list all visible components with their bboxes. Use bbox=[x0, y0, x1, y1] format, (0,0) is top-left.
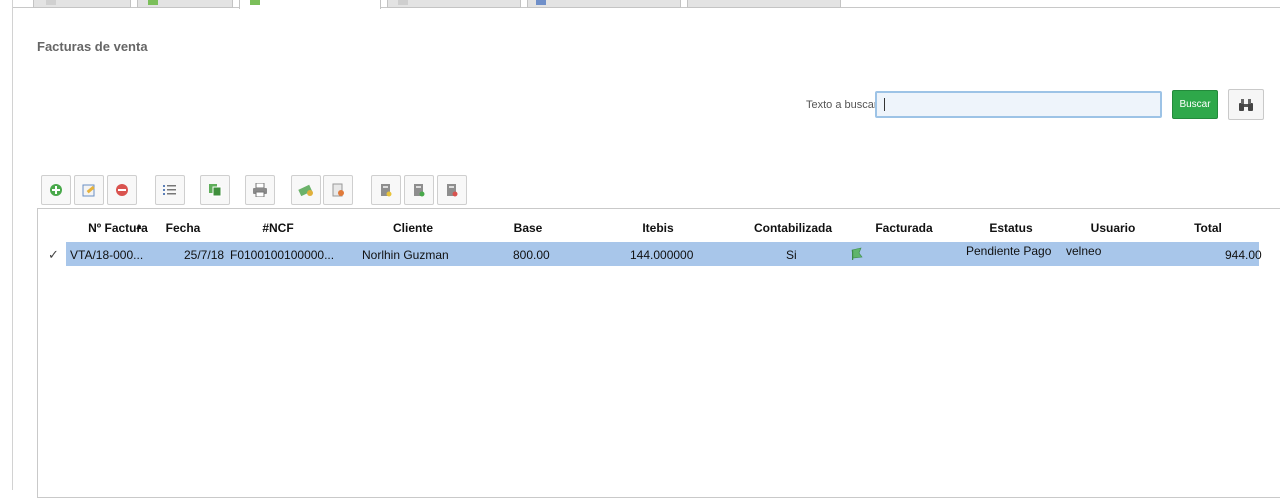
doc-add-button[interactable] bbox=[404, 175, 434, 205]
table-header: Nº Factura ▲ Fecha #NCF Cliente Base Ite… bbox=[38, 209, 1280, 240]
tab-4[interactable] bbox=[387, 0, 521, 8]
row-selected-check-icon: ✓ bbox=[48, 247, 59, 262]
sort-asc-icon: ▲ bbox=[134, 221, 144, 231]
flag-icon bbox=[851, 247, 863, 260]
search-label: Texto a buscar bbox=[806, 99, 878, 111]
col-header-factura[interactable]: Nº Factura bbox=[68, 221, 168, 235]
window-frame: Facturas de venta Texto a buscar Buscar bbox=[12, 0, 1280, 498]
tab-facturas[interactable] bbox=[239, 0, 381, 9]
delete-button[interactable] bbox=[107, 175, 137, 205]
cell-total: 944.00 bbox=[1225, 248, 1262, 262]
cell-cliente: Norlhin Guzman bbox=[362, 248, 449, 262]
col-header-fecha[interactable]: Fecha bbox=[158, 221, 208, 235]
user-doc-icon bbox=[332, 183, 344, 197]
cell-base: 800.00 bbox=[513, 248, 550, 262]
col-header-base[interactable]: Base bbox=[498, 221, 558, 235]
tab-2[interactable] bbox=[137, 0, 233, 8]
money-button[interactable] bbox=[291, 175, 321, 205]
facturas-table: Nº Factura ▲ Fecha #NCF Cliente Base Ite… bbox=[37, 208, 1280, 498]
buscar-button[interactable]: Buscar bbox=[1172, 90, 1218, 119]
copy-button[interactable] bbox=[200, 175, 230, 205]
user-doc-button[interactable] bbox=[323, 175, 353, 205]
cell-estatus: Pendiente Pago bbox=[966, 244, 1052, 258]
col-header-estatus[interactable]: Estatus bbox=[966, 221, 1056, 235]
col-header-ncf[interactable]: #NCF bbox=[238, 221, 318, 235]
cell-usuario: velneo bbox=[1066, 244, 1102, 258]
col-header-facturada[interactable]: Facturada bbox=[864, 221, 944, 235]
cell-contabilizada: Si bbox=[786, 248, 797, 262]
col-header-contabilizada[interactable]: Contabilizada bbox=[738, 221, 848, 235]
cell-factura: VTA/18-000... bbox=[70, 248, 144, 262]
col-header-usuario[interactable]: Usuario bbox=[1078, 221, 1148, 235]
facturas-panel: Facturas de venta Texto a buscar Buscar bbox=[29, 20, 1280, 498]
money-icon bbox=[298, 184, 313, 197]
tab-strip bbox=[13, 0, 1280, 9]
tab-5[interactable] bbox=[527, 0, 681, 8]
binoculars-icon bbox=[1239, 98, 1253, 111]
binoculars-button[interactable] bbox=[1228, 89, 1264, 120]
list-icon bbox=[163, 185, 176, 195]
list-button[interactable] bbox=[155, 175, 185, 205]
copy-icon bbox=[209, 184, 222, 197]
cell-itebis: 144.000000 bbox=[630, 248, 694, 262]
add-icon bbox=[50, 184, 62, 196]
doc-warning-icon bbox=[381, 184, 392, 197]
print-icon bbox=[253, 183, 267, 197]
edit-button[interactable] bbox=[74, 175, 104, 205]
col-header-itebis[interactable]: Itebis bbox=[608, 221, 708, 235]
text-caret bbox=[884, 98, 885, 111]
tab-6[interactable] bbox=[687, 0, 841, 8]
doc-add-icon bbox=[414, 184, 425, 197]
tab-1[interactable] bbox=[33, 0, 131, 8]
search-input[interactable] bbox=[875, 91, 1162, 118]
print-button[interactable] bbox=[245, 175, 275, 205]
col-header-cliente[interactable]: Cliente bbox=[348, 221, 478, 235]
edit-icon bbox=[82, 184, 95, 197]
cell-ncf: F0100100100000... bbox=[230, 248, 335, 262]
doc-warning-button[interactable] bbox=[371, 175, 401, 205]
delete-icon bbox=[116, 184, 128, 196]
cell-facturada bbox=[850, 247, 864, 264]
page-title: Facturas de venta bbox=[37, 39, 148, 54]
doc-remove-button[interactable] bbox=[437, 175, 467, 205]
col-header-total[interactable]: Total bbox=[1178, 221, 1238, 235]
add-button[interactable] bbox=[41, 175, 71, 205]
doc-remove-icon bbox=[447, 184, 458, 197]
cell-fecha: 25/7/18 bbox=[184, 248, 225, 262]
